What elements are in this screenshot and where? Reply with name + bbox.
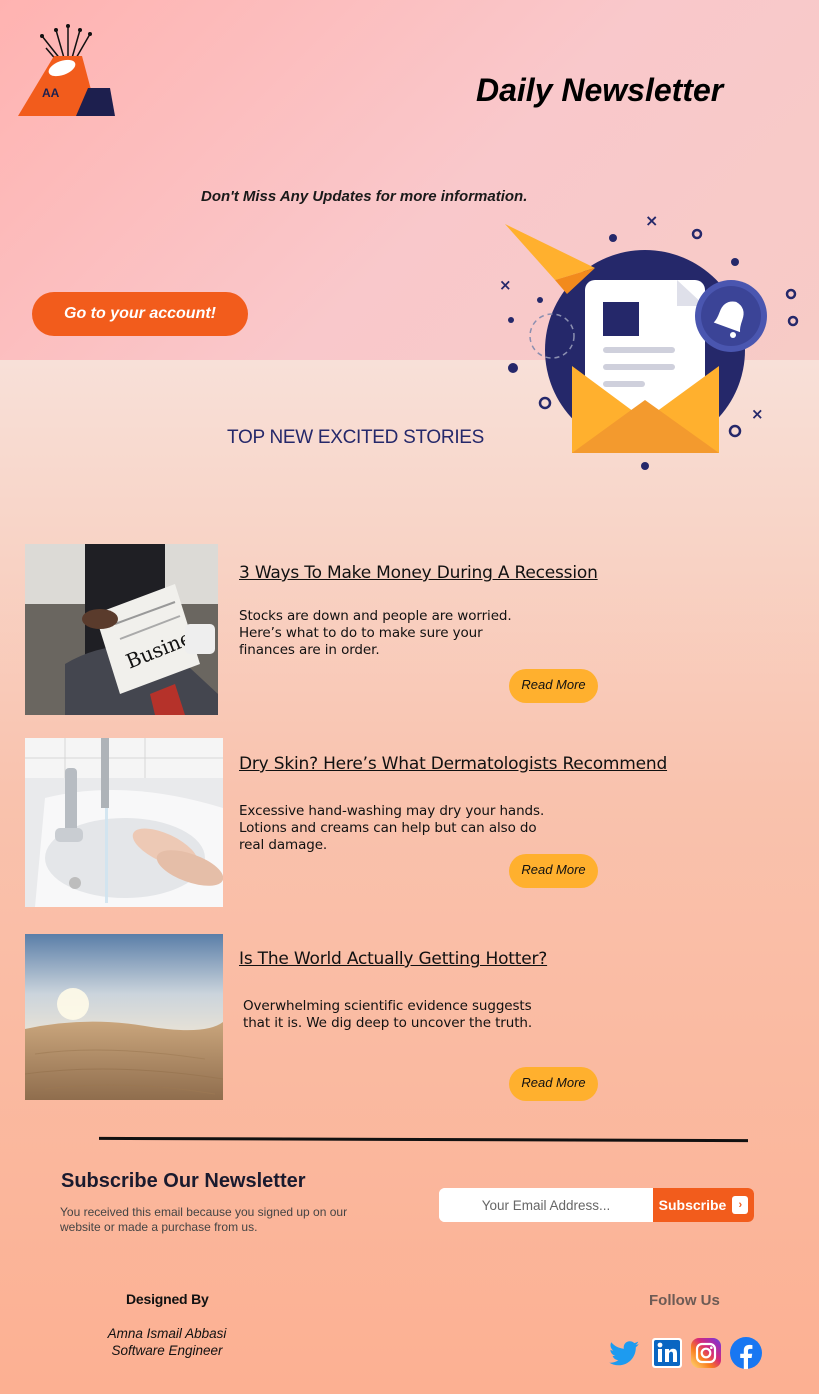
story-title[interactable]: Dry Skin? Here’s What Dermatologists Rec… (239, 754, 667, 774)
story-description: Stocks are down and people are worried. … (239, 608, 512, 658)
svg-text:×: × (499, 276, 512, 294)
email-field[interactable] (439, 1188, 653, 1222)
story-title[interactable]: 3 Ways To Make Money During A Recession (239, 563, 598, 583)
chevron-right-icon: › (732, 1196, 749, 1214)
story-image-business[interactable]: Business (25, 544, 218, 715)
facebook-icon[interactable] (729, 1336, 763, 1370)
newsletter-illustration: × × × (499, 211, 799, 470)
read-more-button[interactable]: Read More (509, 854, 598, 888)
read-more-button[interactable]: Read More (509, 669, 598, 703)
designer-role: Software Engineer (111, 1343, 223, 1358)
subscribe-description: You received this email because you sign… (60, 1205, 348, 1234)
story-image-handwashing[interactable] (25, 738, 223, 907)
designer-name: Amna Ismail Abbasi (107, 1326, 227, 1341)
instagram-icon[interactable] (689, 1336, 723, 1370)
designer-credit: Amna Ismail Abbasi Software Engineer (96, 1325, 238, 1359)
subscribe-title: Subscribe Our Newsletter (61, 1170, 306, 1192)
subscribe-form: Subscribe › (439, 1188, 754, 1222)
story-description: Overwhelming scientific evidence suggest… (243, 998, 533, 1031)
follow-us-label: Follow Us (649, 1292, 720, 1309)
tagline: Don't Miss Any Updates for more informat… (201, 188, 528, 205)
subscribe-button[interactable]: Subscribe › (653, 1188, 754, 1222)
story-description: Excessive hand-washing may dry your hand… (239, 803, 545, 853)
designed-by-label: Designed By (126, 1291, 209, 1307)
subscribe-button-label: Subscribe (658, 1197, 727, 1213)
account-button[interactable]: Go to your account! (32, 292, 248, 336)
twitter-icon[interactable] (607, 1336, 641, 1370)
linkedin-icon[interactable] (650, 1336, 684, 1370)
story-title[interactable]: Is The World Actually Getting Hotter? (239, 949, 547, 969)
read-more-button[interactable]: Read More (509, 1067, 598, 1101)
svg-text:×: × (751, 405, 764, 423)
svg-text:×: × (645, 211, 658, 230)
logo (18, 24, 115, 116)
page-title: Daily Newsletter (476, 72, 724, 108)
divider (98, 1136, 749, 1143)
story-image-desert[interactable] (25, 934, 223, 1100)
section-title: TOP NEW EXCITED STORIES (227, 427, 485, 448)
logo-text: AA (42, 86, 60, 100)
